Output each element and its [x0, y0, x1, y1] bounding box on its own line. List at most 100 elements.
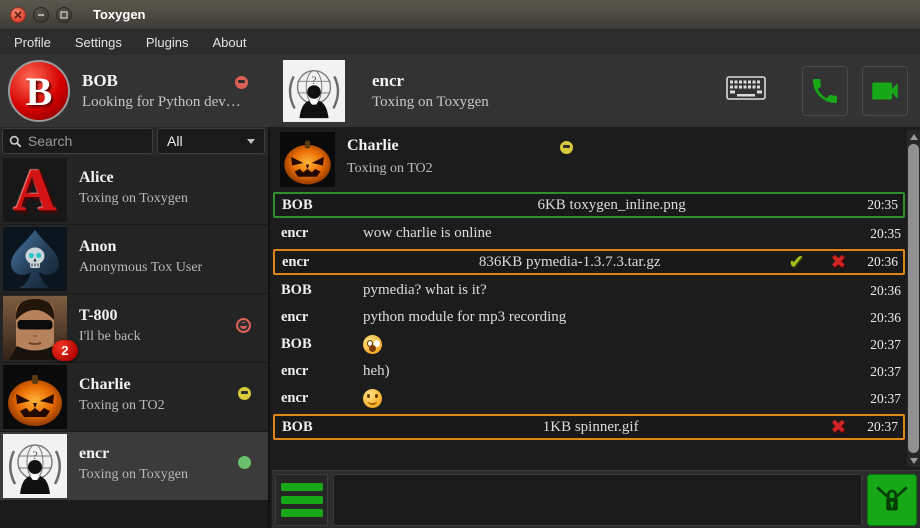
top-panel: B BOB Looking for Python dev… ?: [0, 55, 920, 127]
file-transfer-label: 6KB toxygen_inline.png: [364, 197, 859, 214]
minimize-button[interactable]: [33, 7, 49, 23]
message-row: encr 20:37: [272, 385, 906, 412]
message-time: 20:36: [867, 254, 898, 270]
contact-list-item[interactable]: A: [0, 156, 268, 225]
pumpkin-avatar-icon: [3, 365, 67, 429]
menu-bar: Profile Settings Plugins About: [0, 30, 920, 55]
cancel-file-icon[interactable]: ✖: [830, 253, 846, 272]
close-button[interactable]: [10, 7, 26, 23]
message-author: encr: [281, 309, 363, 326]
message-row: encr heh) 20:37: [272, 358, 906, 385]
file-transfer-label: 1KB spinner.gif: [364, 419, 817, 436]
search-row: All: [0, 127, 268, 156]
spade-skull-avatar-icon: [3, 227, 67, 291]
contact-name: Alice: [79, 169, 188, 187]
self-avatar-letter: B: [26, 68, 53, 115]
contact-list: A: [0, 156, 268, 501]
message-row: encr wow charlie is online 20:35: [272, 220, 906, 247]
scroll-down-arrow[interactable]: [907, 454, 920, 467]
message-author: BOB: [281, 336, 363, 353]
contact-status-icon: [236, 318, 251, 333]
smiley-scared-icon: [363, 335, 382, 354]
accept-file-icon[interactable]: ✔: [788, 253, 804, 272]
message-row: encr python module for mp3 recording 20:…: [272, 304, 906, 331]
message-text: heh): [363, 363, 862, 380]
self-name: BOB: [82, 71, 241, 91]
titlebar[interactable]: Toxygen: [0, 0, 920, 30]
contact-avatar: ?: [3, 365, 67, 429]
menu-about[interactable]: About: [200, 32, 258, 53]
contact-name: Charlie: [79, 376, 165, 394]
message-author: BOB: [282, 419, 364, 436]
message-author: encr: [281, 363, 363, 380]
chat-peer-away-status-icon: [560, 141, 573, 154]
message-list: BOB 6KB toxygen_inline.png ✔ ✖ 20:35 enc…: [272, 192, 906, 440]
typing-notification-button[interactable]: [726, 76, 766, 106]
minimize-icon: [37, 11, 45, 19]
contact-list-item[interactable]: ? T-800 I'll be back 2: [0, 294, 268, 363]
search-box[interactable]: [2, 128, 153, 154]
unread-count-badge: 2: [52, 340, 78, 361]
cancel-file-icon[interactable]: ✖: [830, 418, 846, 437]
window-title: Toxygen: [93, 7, 146, 22]
chat-peer-name: Charlie: [347, 137, 399, 155]
contact-status-message: Anonymous Tox User: [79, 260, 202, 276]
message-history: Charlie Toxing on TO2 BOB 6KB toxygen_in…: [272, 127, 906, 470]
audio-call-button[interactable]: [802, 66, 848, 116]
menu-settings[interactable]: Settings: [63, 32, 134, 53]
self-profile[interactable]: B BOB Looking for Python dev…: [0, 55, 270, 127]
self-avatar: B: [8, 60, 70, 122]
encrypted-send-icon: [873, 481, 911, 519]
message-text: wow charlie is online: [363, 225, 862, 242]
active-chat-avatar: ?: [283, 60, 345, 122]
chat-scrollbar[interactable]: [907, 130, 920, 467]
contact-list-item[interactable]: ? Anon Anonymous Tox User: [0, 225, 268, 294]
close-icon: [14, 11, 22, 19]
search-input[interactable]: [28, 133, 146, 149]
phone-icon: [809, 75, 841, 107]
file-transfer-row: BOB 6KB toxygen_inline.png ✔ ✖ 20:35: [273, 192, 905, 218]
menu-profile[interactable]: Profile: [2, 32, 63, 53]
smiley-smile-icon: [363, 389, 382, 408]
pumpkin-avatar-icon: [280, 132, 335, 187]
contact-list-item[interactable]: ? encr Toxing on Toxygen: [0, 432, 268, 501]
message-author: BOB: [282, 197, 364, 214]
scroll-up-arrow[interactable]: [907, 130, 920, 143]
contact-filter-dropdown[interactable]: All: [157, 128, 265, 154]
chat-peer-status-message: Toxing on TO2: [347, 161, 433, 177]
video-call-button[interactable]: [862, 66, 908, 116]
search-icon: [9, 134, 22, 149]
letter-avatar: A: [3, 158, 67, 222]
contact-avatar: ?: [3, 434, 67, 498]
file-transfer-label: 836KB pymedia-1.3.7.3.tar.gz: [364, 254, 775, 271]
message-row: BOB pymedia? what is it? 20:36: [272, 277, 906, 304]
send-button[interactable]: [867, 474, 917, 526]
chat-menu-button[interactable]: [275, 474, 328, 526]
message-row: BOB 20:37: [272, 331, 906, 358]
message-time: 20:35: [867, 197, 898, 213]
contact-list-item[interactable]: ? Charlie Toxing on TO2: [0, 363, 268, 432]
message-time: 20:36: [870, 310, 901, 326]
contact-avatar: ?: [3, 227, 67, 291]
anonymous-avatar-icon: ?: [283, 60, 345, 122]
contact-status-icon: [238, 387, 251, 400]
compose-bar: [272, 470, 920, 528]
chat-peer-avatar: [280, 132, 335, 187]
menu-plugins[interactable]: Plugins: [134, 32, 201, 53]
self-status-message: Looking for Python dev…: [82, 94, 241, 111]
scrollbar-thumb[interactable]: [908, 144, 919, 453]
keyboard-icon: [726, 76, 766, 101]
message-time: 20:37: [867, 419, 898, 435]
contact-status-icon: [238, 456, 251, 469]
file-transfer-row: BOB 1KB spinner.gif ✔ ✖ 20:37: [273, 414, 905, 440]
self-busy-status-icon: [235, 76, 248, 89]
message-time: 20:35: [870, 226, 901, 242]
maximize-button[interactable]: [56, 7, 72, 23]
message-author: encr: [281, 225, 363, 242]
message-input[interactable]: [333, 474, 862, 526]
contact-status-message: Toxing on Toxygen: [79, 467, 188, 483]
contact-avatar: A: [3, 158, 67, 222]
message-text: python module for mp3 recording: [363, 309, 862, 326]
maximize-icon: [60, 11, 68, 19]
toxygen-window: Toxygen Profile Settings Plugins About B…: [0, 0, 920, 528]
